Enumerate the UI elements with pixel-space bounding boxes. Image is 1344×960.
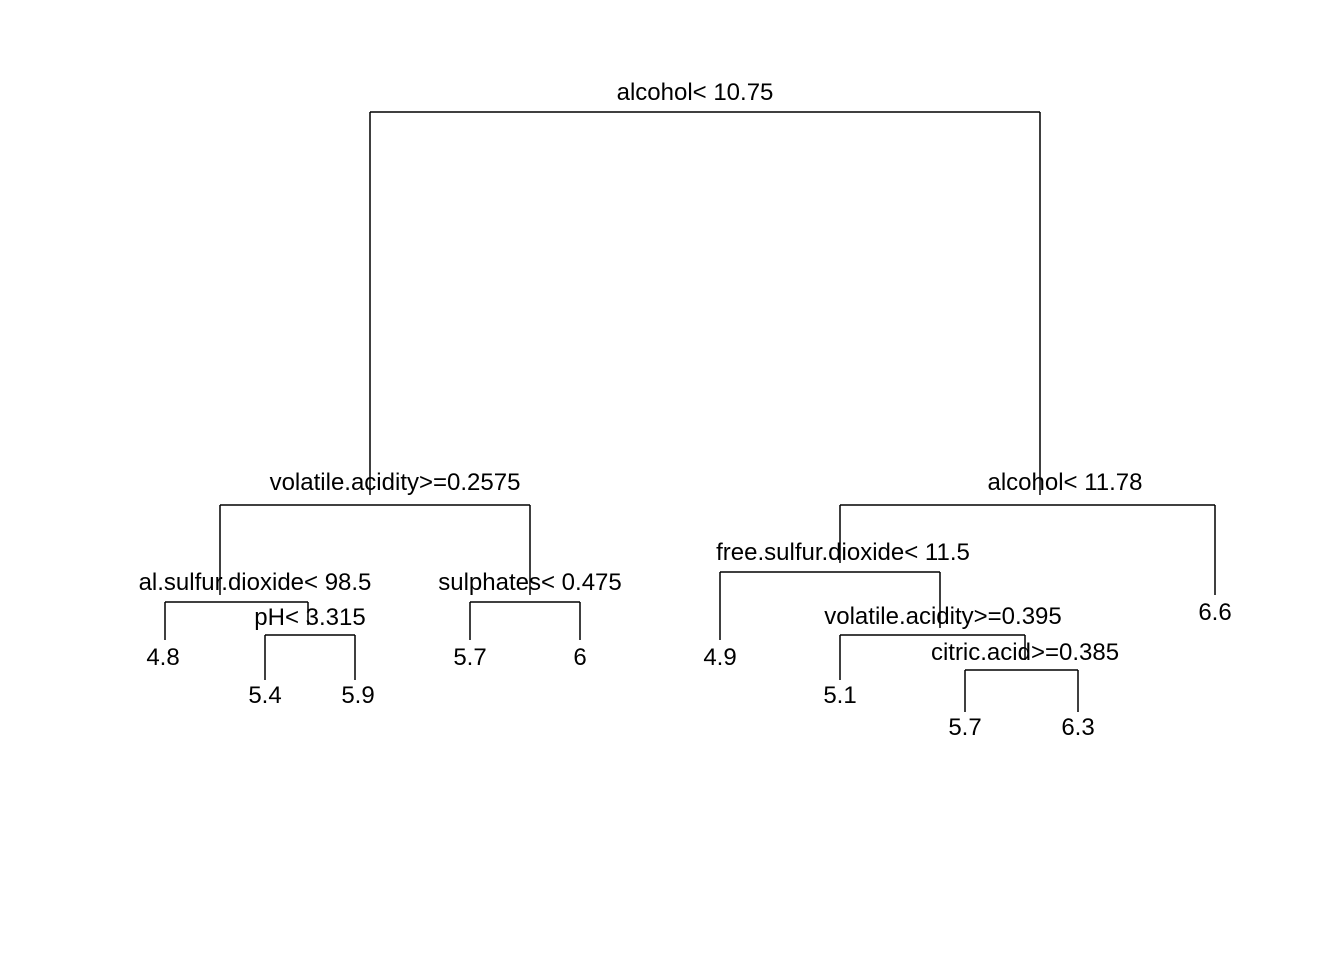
leaf-5.4: 5.4 xyxy=(248,682,281,709)
node-left-left: al.sulfur.dioxide< 98.5 xyxy=(139,569,372,596)
node-ph: pH< 3.315 xyxy=(254,604,365,631)
node-citric: citric.acid>=0.385 xyxy=(931,639,1119,666)
leaf-4.8: 4.8 xyxy=(146,644,179,671)
node-left: volatile.acidity>=0.2575 xyxy=(270,469,521,496)
node-sulphates: sulphates< 0.475 xyxy=(438,569,621,596)
leaf-5.1: 5.1 xyxy=(823,682,856,709)
leaf-6.6: 6.6 xyxy=(1198,599,1231,626)
decision-tree-diagram: alcohol< 10.75 volatile.acidity>=0.2575 … xyxy=(0,0,1344,960)
node-root: alcohol< 10.75 xyxy=(617,79,774,106)
leaf-6.3: 6.3 xyxy=(1061,714,1094,741)
leaf-6: 6 xyxy=(573,644,586,671)
leaf-4.9: 4.9 xyxy=(703,644,736,671)
node-free-sulfur: free.sulfur.dioxide< 11.5 xyxy=(716,539,970,566)
leaf-5.7a: 5.7 xyxy=(453,644,486,671)
node-right: alcohol< 11.78 xyxy=(987,469,1142,496)
node-volatile2: volatile.acidity>=0.395 xyxy=(824,603,1062,630)
leaf-5.9: 5.9 xyxy=(341,682,374,709)
leaf-5.7b: 5.7 xyxy=(948,714,981,741)
